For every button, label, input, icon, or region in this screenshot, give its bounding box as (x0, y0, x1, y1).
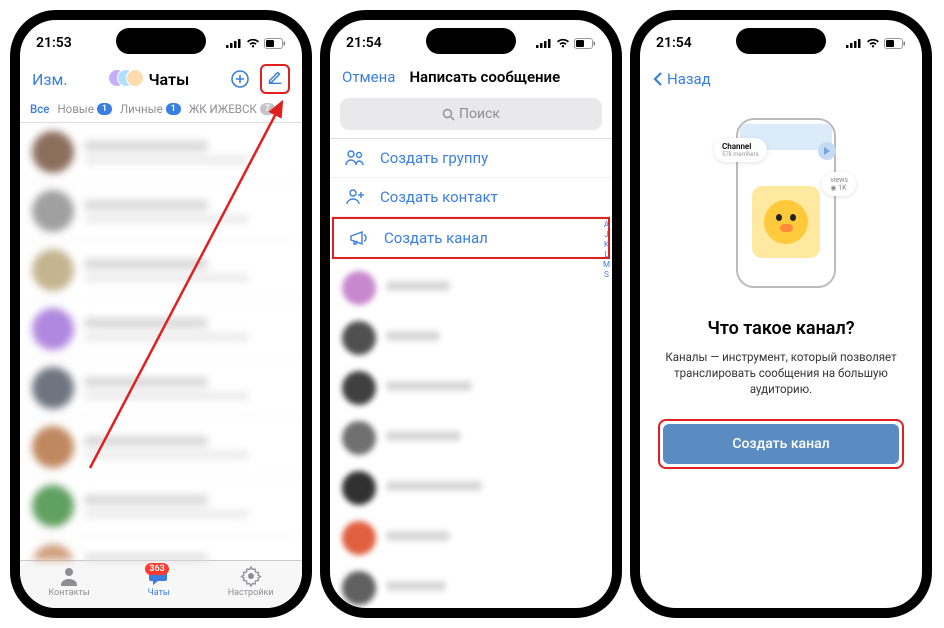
chat-list[interactable] (20, 123, 302, 560)
index-strip[interactable]: AJKLMS (603, 220, 610, 279)
status-icons (226, 38, 286, 49)
compose-highlight (260, 64, 290, 94)
phone-screen-1: 21:53 Изм. Чаты Все Новые1 (10, 10, 312, 618)
illustration: Channel 57k members views ◉ 1K (640, 98, 922, 318)
tabbar-contacts[interactable]: Контакты (48, 565, 89, 598)
tabbar-settings[interactable]: Настройки (228, 565, 274, 598)
megaphone-icon (348, 229, 370, 247)
wifi-icon (866, 38, 880, 48)
contacts-icon (57, 565, 81, 587)
tab-all[interactable]: Все (30, 102, 49, 116)
edit-button[interactable]: Изм. (32, 70, 68, 89)
header-title: Написать сообщение (409, 68, 560, 86)
tab-project[interactable]: ЖК ИЖЕВСК7 (189, 102, 275, 116)
cta-highlight: Создать канал (658, 419, 904, 469)
folder-tabs: Все Новые1 Личные1 ЖК ИЖЕВСК7 (20, 98, 302, 123)
header-title: Чаты (108, 69, 189, 89)
battery-icon (574, 38, 596, 49)
status-icons (536, 38, 596, 49)
options: Создать группу Создать контакт Создать к… (330, 138, 612, 259)
status-icons (846, 38, 906, 49)
status-time: 21:54 (656, 35, 692, 51)
battery-icon (884, 38, 906, 49)
option-create-group[interactable]: Создать группу (330, 139, 612, 178)
tabbar-chats[interactable]: 363 Чаты (147, 565, 171, 598)
notch (736, 28, 826, 54)
group-icon (344, 149, 366, 167)
tab-new[interactable]: Новые1 (57, 102, 112, 116)
notch (116, 28, 206, 54)
option-create-channel[interactable]: Создать канал (334, 219, 608, 257)
search-icon (442, 108, 455, 121)
notch (426, 28, 516, 54)
illus-views-label: views ◉ 1K (822, 172, 856, 196)
intro-description: Каналы — инструмент, который позволяет т… (664, 349, 898, 397)
phone-screen-2: 21:54 Отмена Написать сообщение Поиск Со… (320, 10, 622, 618)
search-input[interactable]: Поиск (340, 98, 602, 130)
header: Изм. Чаты (20, 60, 302, 98)
signal-icon (536, 38, 552, 48)
tab-bar: Контакты 363 Чаты Настройки (20, 560, 302, 608)
contacts-list[interactable] (330, 263, 612, 608)
cancel-button[interactable]: Отмена (342, 68, 395, 86)
chevron-left-icon (652, 71, 663, 87)
settings-icon (239, 565, 263, 587)
signal-icon (226, 38, 242, 48)
tab-personal[interactable]: Личные1 (120, 102, 181, 116)
chats-badge: 363 (145, 563, 168, 575)
create-channel-button[interactable]: Создать канал (663, 424, 899, 464)
phone-screen-3: 21:54 Назад Channel 57k members (630, 10, 932, 618)
folder-avatars (108, 69, 144, 89)
status-time: 21:53 (36, 35, 72, 51)
wifi-icon (556, 38, 570, 48)
battery-icon (264, 38, 286, 49)
signal-icon (846, 38, 862, 48)
compose-icon[interactable] (266, 68, 284, 86)
status-time: 21:54 (346, 35, 382, 51)
intro-text: Что такое канал? Каналы — инструмент, ко… (640, 318, 922, 397)
illus-channel-label: Channel 57k members (714, 138, 767, 162)
intro-heading: Что такое канал? (664, 318, 898, 339)
back-button[interactable]: Назад (640, 60, 922, 98)
wifi-icon (246, 38, 260, 48)
option-create-contact[interactable]: Создать контакт (330, 178, 612, 217)
duck-icon (752, 186, 820, 258)
contact-icon (344, 188, 366, 206)
add-icon[interactable] (230, 69, 250, 89)
header: Отмена Написать сообщение (330, 60, 612, 94)
play-icon (818, 142, 836, 160)
